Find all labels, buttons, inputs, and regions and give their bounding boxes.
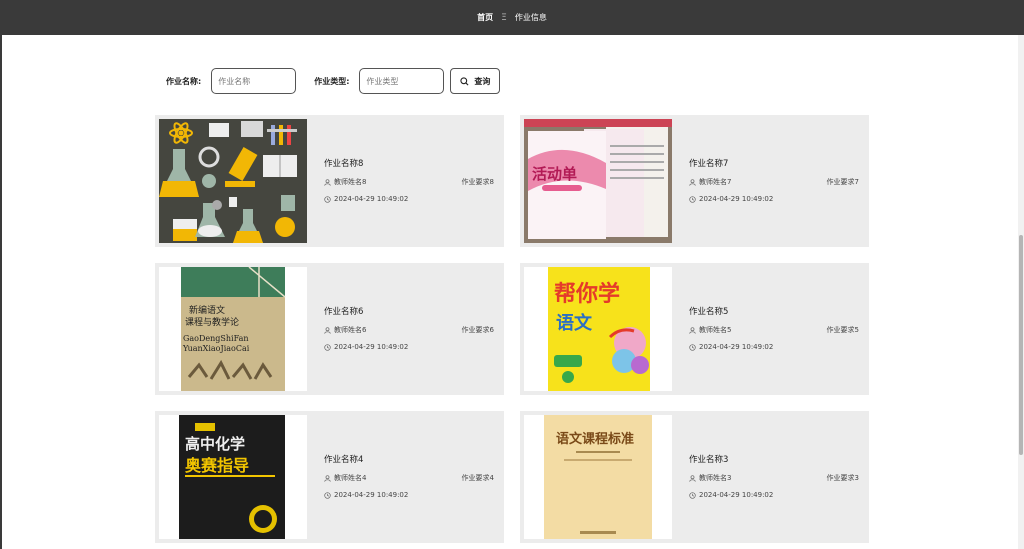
clock-icon [324,343,331,351]
cover-text: 语文 [556,312,593,334]
homework-card[interactable]: 作业名称8 教师姓名8 作业要求8 2024-04-29 10:49:02 [155,115,504,247]
type-input[interactable] [359,68,445,94]
publish-time: 2024-04-29 10:49:02 [334,491,409,499]
teacher-name: 教师姓名8 [334,178,367,186]
clock-icon [324,195,331,203]
name-label: 作业名称: [166,76,202,86]
time-field: 2024-04-29 10:49:02 [324,195,408,203]
homework-info: 作业名称5 教师姓名5 作业要求5 2024-04-29 10:49:02 [689,305,859,359]
requirement: 作业要求4 [461,474,494,482]
cover-text: YuanXiaoJiaoCai [182,344,250,353]
search-bar: 作业名称: 作业类型: 查询 [166,68,501,94]
teacher-name: 教师姓名3 [699,474,732,482]
homework-grid: 作业名称8 教师姓名8 作业要求8 2024-04-29 10:49:02 活动… [155,115,869,543]
publish-time: 2024-04-29 10:49:02 [334,343,409,351]
cover-text: 语文课程标准 [556,431,634,447]
requirement: 作业要求7 [826,178,859,186]
user-icon [689,178,696,186]
homework-cover-image[interactable] [159,119,307,243]
cover-text: 帮你学 [554,281,620,307]
homework-cover-image[interactable]: 活动单 [524,119,672,243]
homework-cover-image[interactable]: 语文课程标准 [524,415,672,539]
user-icon [689,474,696,482]
requirement: 作业要求6 [461,326,494,334]
name-input[interactable] [211,68,297,94]
user-icon [324,474,331,482]
time-field: 2024-04-29 10:49:02 [689,491,773,499]
teacher-name: 教师姓名5 [699,326,732,334]
time-field: 2024-04-29 10:49:02 [324,491,408,499]
breadcrumb-separator: Ξ [501,12,507,23]
homework-title[interactable]: 作业名称8 [324,157,494,169]
clock-icon [689,195,696,203]
homework-card[interactable]: 活动单 作业名称7 教师姓名7 作业要求7 2024-04-29 10:49:0… [520,115,869,247]
cover-text: 课程与教学论 [185,316,239,328]
user-icon [324,178,331,186]
user-icon [689,326,696,334]
time-field: 2024-04-29 10:49:02 [689,343,773,351]
homework-cover-image[interactable]: 帮你学 语文 [524,267,672,391]
teacher-name: 教师姓名7 [699,178,732,186]
teacher-field: 教师姓名8 [324,177,366,187]
homework-card[interactable]: 语文课程标准 作业名称3 教师姓名3 作业要求3 2024-04-29 10:4… [520,411,869,543]
homework-title[interactable]: 作业名称6 [324,305,494,317]
scrollbar[interactable] [1018,35,1024,549]
user-icon [324,326,331,334]
homework-card[interactable]: 帮你学 语文 作业名称5 教师姓名5 作业要求5 2024-04-29 10:4… [520,263,869,395]
publish-time: 2024-04-29 10:49:02 [699,343,774,351]
homework-info: 作业名称6 教师姓名6 作业要求6 2024-04-29 10:49:02 [324,305,494,359]
homework-title[interactable]: 作业名称4 [324,453,494,465]
homework-info: 作业名称3 教师姓名3 作业要求3 2024-04-29 10:49:02 [689,453,859,507]
teacher-field: 教师姓名3 [689,473,731,483]
left-border [0,35,2,549]
publish-time: 2024-04-29 10:49:02 [334,195,409,203]
breadcrumb-home[interactable]: 首页 [477,12,493,23]
breadcrumb-current: 作业信息 [514,13,547,22]
type-label: 作业类型: [314,76,350,86]
cover-text: 奥赛指导 [185,456,249,475]
homework-cover-image[interactable]: 新编语文 课程与教学论 GaoDengShiFan YuanXiaoJiaoCa… [159,267,307,391]
homework-title[interactable]: 作业名称5 [689,305,859,317]
teacher-name: 教师姓名4 [334,474,367,482]
homework-info: 作业名称8 教师姓名8 作业要求8 2024-04-29 10:49:02 [324,157,494,211]
search-button-label: 查询 [474,76,491,86]
cover-text: GaoDengShiFan [183,334,249,343]
cover-text: 高中化学 [185,435,245,453]
clock-icon [689,343,696,351]
cover-text: 新编语文 [189,304,225,316]
homework-card[interactable]: 高中化学 奥赛指导 作业名称4 教师姓名4 作业要求4 2024-04-29 1… [155,411,504,543]
cover-text: 活动单 [532,165,577,183]
requirement: 作业要求5 [826,326,859,334]
requirement: 作业要求3 [826,474,859,482]
scrollbar-thumb[interactable] [1019,235,1023,455]
time-field: 2024-04-29 10:49:02 [324,343,408,351]
homework-info: 作业名称4 教师姓名4 作业要求4 2024-04-29 10:49:02 [324,453,494,507]
teacher-field: 教师姓名7 [689,177,731,187]
teacher-field: 教师姓名5 [689,325,731,335]
publish-time: 2024-04-29 10:49:02 [699,195,774,203]
homework-title[interactable]: 作业名称3 [689,453,859,465]
homework-info: 作业名称7 教师姓名7 作业要求7 2024-04-29 10:49:02 [689,157,859,211]
homework-title[interactable]: 作业名称7 [689,157,859,169]
homework-card[interactable]: 新编语文 课程与教学论 GaoDengShiFan YuanXiaoJiaoCa… [155,263,504,395]
top-nav-bar: 首页 Ξ 作业信息 [0,0,1024,35]
publish-time: 2024-04-29 10:49:02 [699,491,774,499]
clock-icon [324,491,331,499]
search-icon [460,76,469,85]
clock-icon [689,491,696,499]
teacher-name: 教师姓名6 [334,326,367,334]
teacher-field: 教师姓名4 [324,473,366,483]
time-field: 2024-04-29 10:49:02 [689,195,773,203]
search-button[interactable]: 查询 [450,68,501,94]
homework-cover-image[interactable]: 高中化学 奥赛指导 [159,415,307,539]
teacher-field: 教师姓名6 [324,325,366,335]
requirement: 作业要求8 [461,178,494,186]
